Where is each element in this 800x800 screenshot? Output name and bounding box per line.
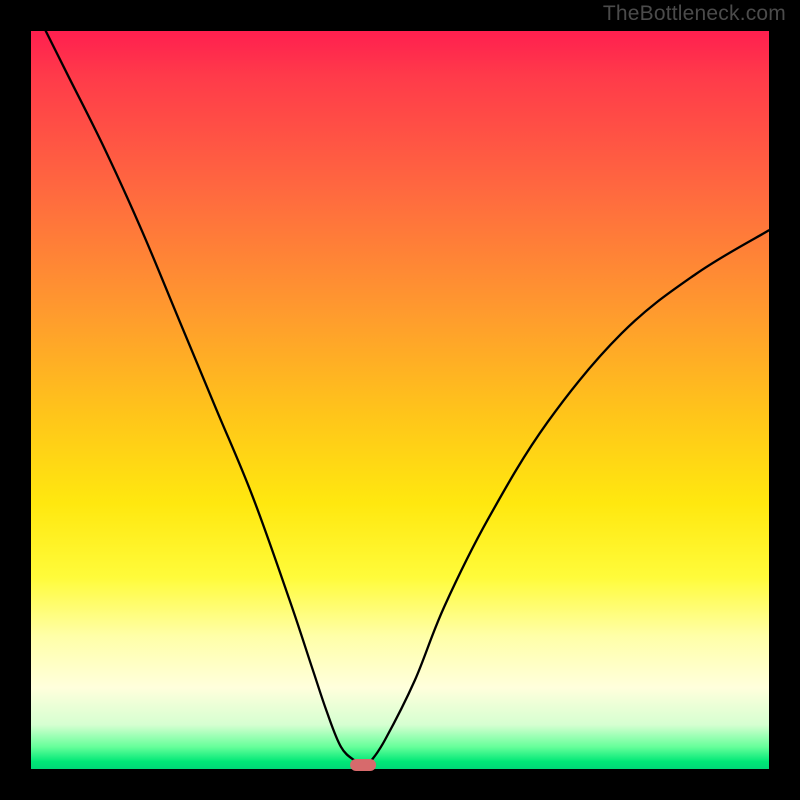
plot-area: [31, 31, 769, 769]
curve-layer: [31, 31, 769, 769]
chart-frame: TheBottleneck.com: [0, 0, 800, 800]
minimum-marker: [350, 759, 376, 771]
watermark-text: TheBottleneck.com: [603, 2, 786, 26]
bottleneck-curve: [31, 2, 769, 770]
